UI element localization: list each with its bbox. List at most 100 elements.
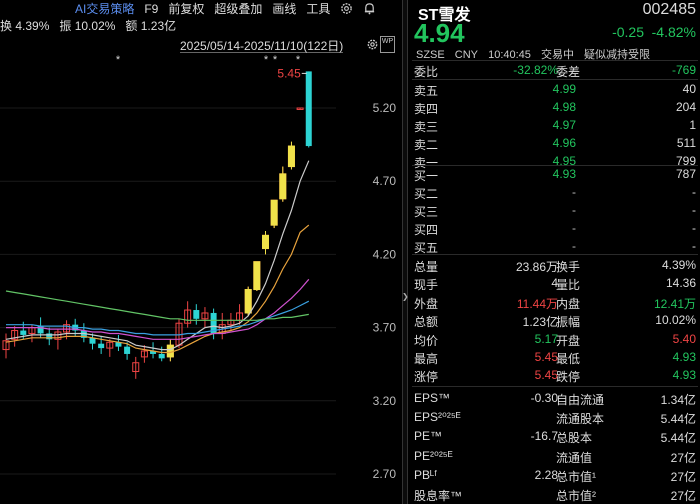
stat-label: 涨停 [414,370,439,385]
wp-badge[interactable]: WP [380,36,395,53]
ask-label: 卖二 [414,138,439,152]
stats-row: 均价 5.17 开盘 5.40 [408,330,700,348]
bid-volume: - [692,185,696,199]
stat-label: 换手 [556,260,581,274]
ask-row: 卖三 4.97 1 [408,116,700,134]
y-tick-label: 2.70 [373,467,397,481]
fundamentals-row: EPS²⁰²⁵ᴱ 流通股本 5.44亿 [408,408,700,426]
fund-label: PBᴸᶠ [414,467,437,482]
fund-label: 总股本 [556,431,593,446]
fund-value: 1.34亿 [660,393,696,407]
stat-value: 4.93 [672,350,696,364]
stat-label: 总额 [414,315,439,330]
draw-line-button[interactable]: 画线 [272,0,296,17]
ratio-value: -32.82% [513,63,558,77]
ask-price: 4.98 [552,100,576,114]
stat-value: 4.93 [672,368,696,383]
fund-value: 5.44亿 [660,412,696,427]
stat-value: 12.41万 [653,296,696,311]
f9-button[interactable]: F9 [144,2,158,16]
bid-row: 买三 - - [408,201,700,219]
bid-price: - [572,221,576,235]
stats-row: 最高 5.45 最低 4.93 [408,348,700,366]
stat-label: 内盘 [556,296,581,311]
quote-panel: ST雪发 002485 4.94 -0.25 -4.82% SZSE CNY 1… [408,0,700,504]
event-star-marker: * [264,55,269,66]
price-change-pct: -4.82% [651,24,696,40]
ask-row: 卖四 4.98 204 [408,98,700,116]
fund-label: 自由流通 [556,393,605,407]
fund-label: PE²⁰²⁵ᴱ [414,448,453,463]
stat-value: 1.23亿 [522,315,558,330]
bid-price: - [572,203,576,217]
stat-label: 量比 [556,278,581,293]
fund-label: 股息率™ [414,489,463,503]
ask-volume: 511 [676,136,696,150]
bid-label: 买三 [414,205,439,219]
bid-price: - [572,239,576,253]
bid-volume: - [692,203,696,217]
bid-label: 买一 [414,169,439,183]
stat-label: 跌停 [556,370,581,385]
chart-panel[interactable]: AI交易策略 F9 前复权 超级叠加 画线 工具 换 4.39% 振 10.02… [0,0,402,504]
fund-value: 5.44亿 [660,431,696,446]
event-star-marker: * [296,55,301,66]
stat-value: 5.17 [534,331,558,346]
overlay-button[interactable]: 超级叠加 [214,0,262,17]
bid-volume: - [692,239,696,253]
fund-label: EPS²⁰²⁵ᴱ [414,410,461,425]
fund-label: EPS™ [414,391,451,405]
moving-average-line [5,290,309,321]
candle-body [20,330,27,335]
adjust-button[interactable]: 前复权 [168,0,204,17]
stat-label: 总量 [414,260,439,274]
y-tick-label: 4.70 [373,174,397,188]
stat-label: 最高 [414,352,439,366]
stats-row: 涨停 5.45 跌停 4.93 [408,366,700,384]
y-tick-label: 3.20 [373,394,397,408]
candlestick-chart[interactable]: 5.204.704.203.703.202.705.45* * * * [0,55,402,504]
fundamentals-row: PBᴸᶠ 2.28 总市值¹ 27亿 [408,466,700,484]
y-tick-label: 5.20 [373,101,397,115]
date-range-selector[interactable]: 2025/05/14-2025/11/10(122日) [180,37,344,53]
ask-price: 4.99 [552,82,576,96]
high-price-label: 5.45 [277,66,301,80]
fundamentals-row: EPS™ -0.30 自由流通 1.34亿 [408,389,700,407]
stat-label: 振幅 [556,315,581,330]
fund-value: 27亿 [670,489,696,503]
bid-row: 买二 - - [408,183,700,201]
bid-price: 4.93 [552,167,576,181]
stat-label: 外盘 [414,296,439,311]
turnover-stat: 换 4.39% [0,19,50,33]
amount-stat: 额 1.23亿 [125,19,177,33]
stat-value: 10.02% [655,313,696,328]
ask-price: 4.96 [552,136,576,150]
fund-label: 流通股本 [556,412,605,427]
candle-body [305,71,312,147]
bell-icon[interactable] [363,2,376,15]
tools-button[interactable]: 工具 [306,0,330,17]
stat-value: 5.45 [534,350,558,364]
y-tick-label: 3.70 [373,321,397,335]
moving-average-line [6,300,310,336]
section-divider [412,386,698,387]
stat-label: 最低 [556,352,581,366]
stat-label: 均价 [414,333,439,348]
bid-volume: 787 [675,167,696,181]
fund-value: -16.7 [530,429,558,444]
fund-label: PE™ [414,429,443,444]
ai-strategy-button[interactable]: AI交易策略 [75,0,134,17]
event-star-marker: * [116,55,121,66]
candle-body [98,343,105,349]
gear-icon[interactable] [340,2,353,15]
stats-row: 现手 4 量比 14.36 [408,274,700,292]
fundamentals-row: 股息率™ 总市值² 27亿 [408,485,700,503]
fund-value: 2.28 [534,467,558,482]
fund-value: 27亿 [670,450,696,465]
fund-value: -0.30 [530,391,558,405]
stats-row: 总额 1.23亿 振幅 10.02% [408,311,700,329]
settings-icon[interactable] [366,38,379,51]
candle-body [158,353,165,359]
bid-label: 买二 [414,187,439,201]
candle-body [193,310,200,319]
